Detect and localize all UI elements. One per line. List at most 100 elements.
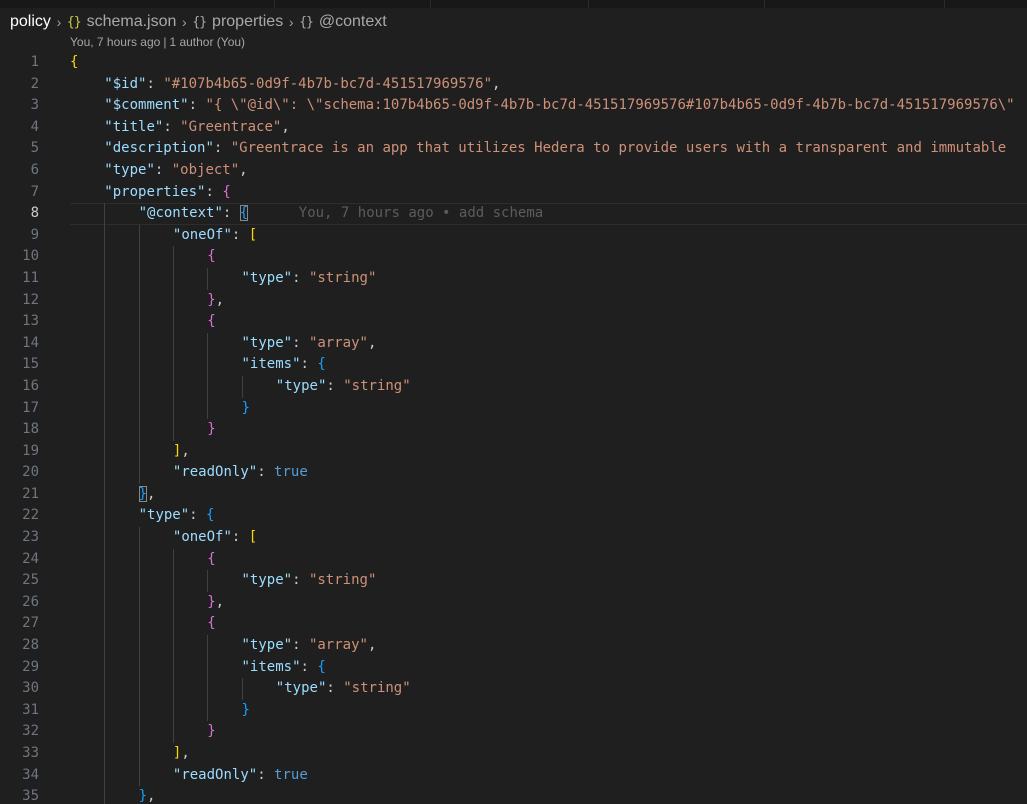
code-line[interactable]: 1{ (0, 52, 1027, 74)
code-token: "string" (343, 680, 411, 697)
indent-guide (104, 267, 106, 290)
code-line[interactable]: 21}, (0, 483, 1027, 506)
breadcrumb: policy › {} schema.json › {} properties … (10, 11, 387, 33)
code-token: "type" (241, 637, 293, 654)
code-line[interactable]: 10 { (0, 246, 1027, 268)
code-line[interactable]: 33], (0, 743, 1027, 765)
breadcrumb-item-file[interactable]: {} schema.json (67, 13, 176, 31)
code-line[interactable]: 8 "@context": { You, 7 hours ago • add sc… (0, 203, 1027, 225)
code-line[interactable]: 29 "items": { (0, 656, 1027, 679)
code-token: : (326, 377, 344, 394)
indent-guide (104, 591, 106, 614)
indent-guide (172, 721, 174, 743)
indent-guide (138, 721, 140, 743)
code-line[interactable]: 11 "type": "string" (0, 267, 1027, 290)
indent-guide (138, 419, 140, 441)
code-line[interactable]: 26}, (0, 591, 1027, 614)
tab-divider (944, 0, 945, 8)
code-token: : (146, 75, 164, 92)
code-line[interactable]: 9 "oneOf": [ (0, 224, 1027, 247)
code-line[interactable]: 34 "readOnly": true (0, 764, 1027, 787)
code-line[interactable]: 31} (0, 699, 1027, 722)
indent-guide (104, 613, 106, 636)
code-line[interactable]: 25 "type": "string" (0, 570, 1027, 592)
code-text: "type": "array", (242, 333, 377, 355)
code-text: ], (173, 743, 190, 765)
code-token: : (213, 140, 231, 157)
indent-guide (207, 570, 209, 592)
line-number: 22 (22, 507, 39, 524)
code-line[interactable]: 27 { (0, 613, 1027, 636)
code-editor[interactable]: 1{2 "$id": "#107b4b65-0d9f-4b7b-bc7d-4515… (0, 52, 1027, 804)
code-line[interactable]: 30 "type": "string" (0, 678, 1027, 700)
breadcrumb-item-properties[interactable]: {} properties (192, 13, 283, 31)
code-token: "type" (241, 572, 293, 589)
code-token: : (292, 637, 309, 654)
code-token: "$id" (104, 75, 147, 92)
code-line[interactable]: 32} (0, 721, 1027, 743)
code-line[interactable]: 35}, (0, 786, 1027, 804)
code-line[interactable]: 6 "type": "object", (0, 160, 1027, 182)
code-text: "type": "string" (242, 268, 377, 290)
code-line[interactable]: 12}, (0, 289, 1027, 312)
code-line[interactable]: 23 "oneOf": [ (0, 527, 1027, 549)
code-line[interactable]: 2 "$id": "#107b4b65-0d9f-4b7b-bc7d-451517… (0, 74, 1027, 96)
line-number: 23 (22, 529, 39, 546)
code-text: "readOnly": true (173, 462, 308, 484)
codelens-authors[interactable]: 1 author (You) (169, 35, 245, 49)
breadcrumb-label: policy (10, 13, 51, 30)
code-line[interactable]: 4 "title": "Greentrace", (0, 117, 1027, 139)
indent-guide (138, 764, 140, 787)
line-number: 1 (30, 54, 39, 70)
code-token: "properties" (104, 183, 206, 200)
indent-guide (104, 289, 106, 312)
code-token: { (207, 550, 216, 567)
code-line[interactable]: 19], (0, 440, 1027, 463)
code-line[interactable]: 20 "readOnly": true (0, 462, 1027, 484)
code-token: } (241, 701, 250, 718)
indent-guide (138, 332, 140, 355)
code-token: : (222, 205, 240, 222)
line-number: 14 (22, 334, 39, 351)
codelens-time[interactable]: You, 7 hours ago (70, 35, 160, 49)
breadcrumb-item-policy[interactable]: policy (10, 13, 51, 31)
blame-codelens[interactable]: You, 7 hours ago | 1 author (You) (70, 35, 245, 49)
line-number: 35 (22, 788, 39, 804)
indent-guide (138, 635, 140, 657)
code-line[interactable]: 28 "type": "array", (0, 635, 1027, 657)
indent-guide (104, 397, 106, 420)
code-token: "object" (171, 161, 240, 178)
code-line[interactable]: 17} (0, 397, 1027, 420)
code-text: "oneOf": [ (173, 527, 257, 549)
indent-guide (104, 505, 106, 528)
code-line[interactable]: 15 "items": { (0, 354, 1027, 376)
indent-guide (104, 462, 106, 484)
line-number: 28 (22, 637, 39, 654)
breadcrumb-label: @context (318, 13, 387, 30)
line-number: 20 (22, 464, 39, 481)
code-token: , (281, 118, 290, 135)
code-line[interactable]: 3 "$comment": "{ \"@id\": \"schema:107b4b… (0, 95, 1027, 117)
code-token: "#107b4b65-0d9f-4b7b-bc7d-451517969576" (163, 75, 493, 92)
code-line[interactable]: 5 "description": "Greentrace is an app th… (0, 138, 1027, 160)
line-number: 33 (22, 745, 39, 761)
code-token: "$comment" (104, 97, 189, 114)
line-number: 4 (30, 118, 39, 135)
code-line[interactable]: 14 "type": "array", (0, 332, 1027, 355)
breadcrumb-item-context[interactable]: {} @context (299, 13, 386, 31)
line-number: 9 (30, 226, 39, 243)
code-text: }, (207, 592, 224, 614)
indent-guide (138, 462, 140, 484)
code-line[interactable]: 22 "type": { (0, 505, 1027, 528)
code-text: "type": { (139, 505, 215, 527)
code-line[interactable]: 18} (0, 419, 1027, 441)
code-text: "title": "Greentrace", (104, 117, 289, 139)
code-line[interactable]: 16 "type": "string" (0, 375, 1027, 398)
code-line[interactable]: 7 "properties": { (0, 182, 1027, 204)
code-line[interactable]: 24 { (0, 548, 1027, 571)
indent-guide (138, 570, 140, 592)
code-text: }, (139, 786, 156, 804)
code-line[interactable]: 13 { (0, 311, 1027, 333)
code-text: { (207, 246, 215, 268)
code-token: "type" (241, 269, 293, 286)
